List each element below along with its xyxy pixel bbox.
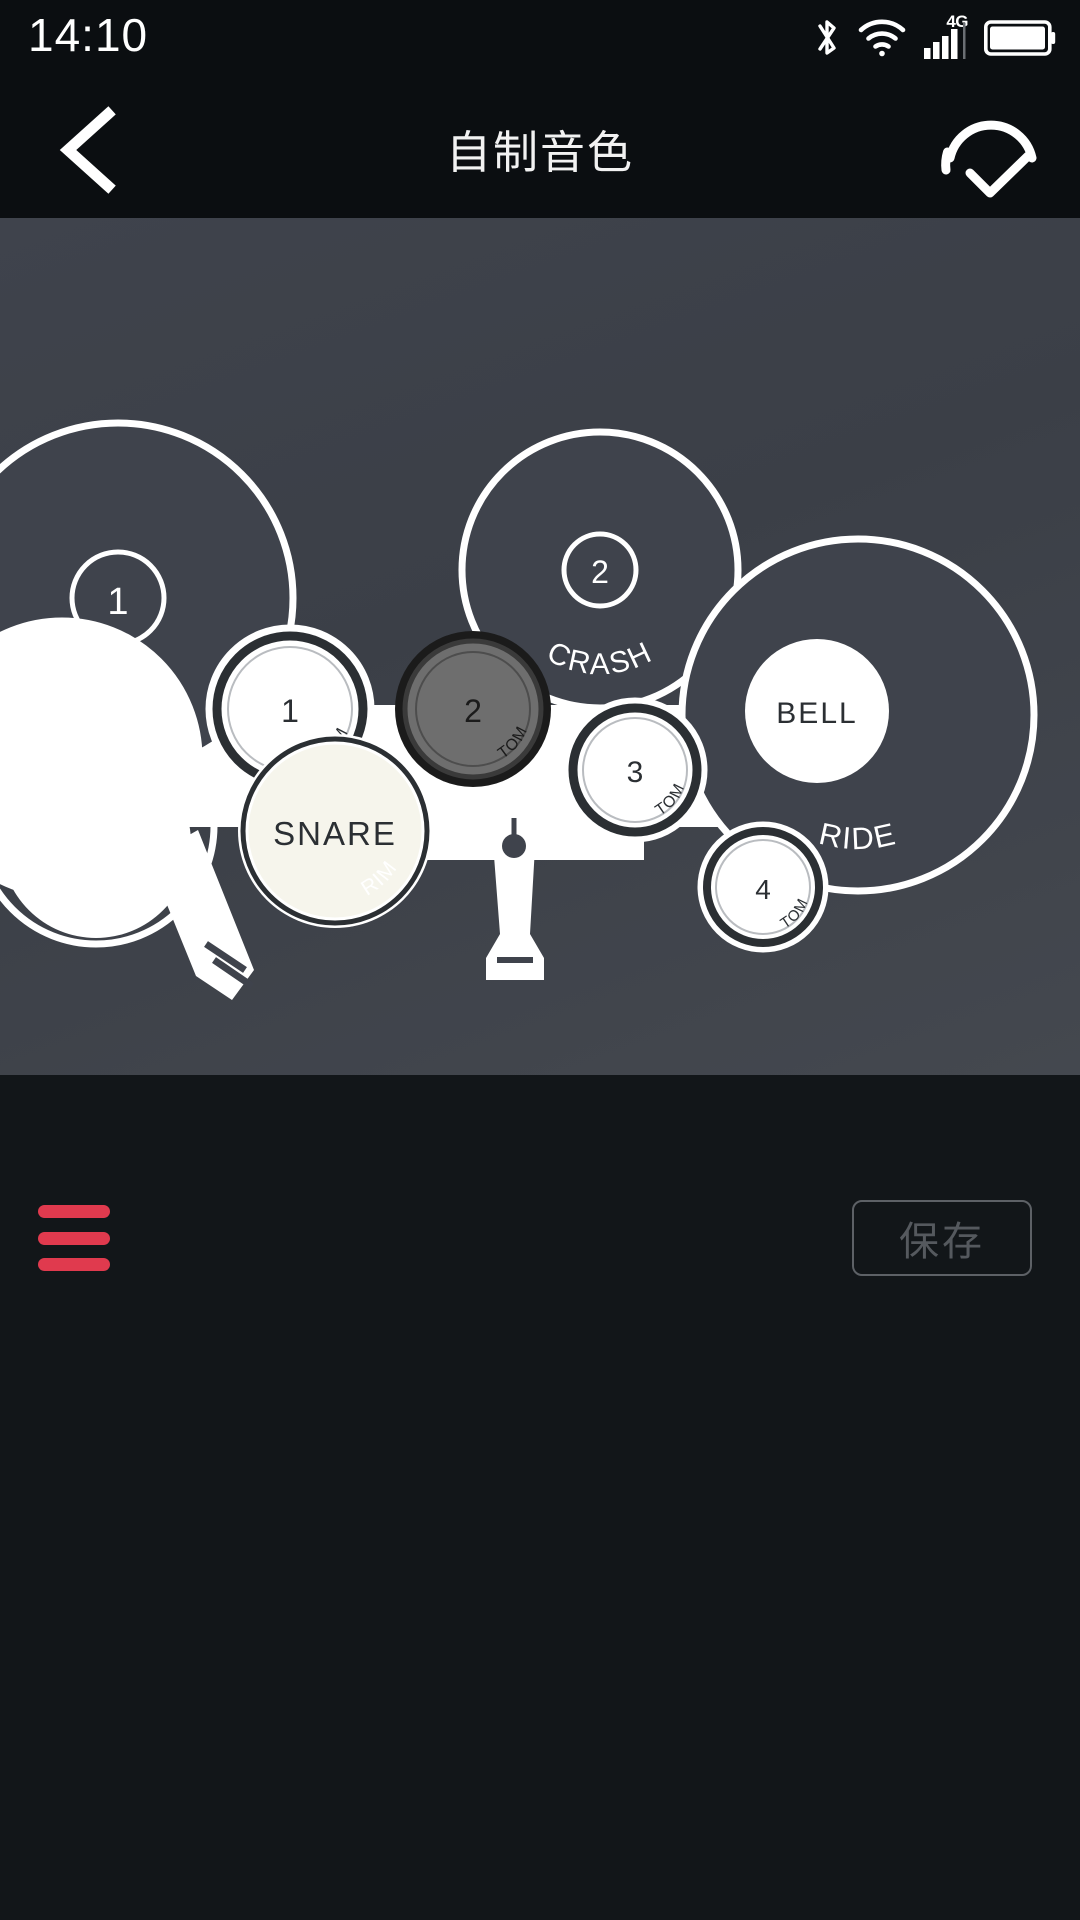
bluetooth-icon	[818, 20, 836, 55]
page-title: 自制音色	[445, 126, 634, 178]
pad-number-tom-2: 2	[464, 693, 482, 729]
status-bar-icons	[812, 10, 1056, 66]
pad-tom-2[interactable]: 2 TOM	[395, 631, 551, 787]
app-header: 自制音色	[0, 78, 1080, 218]
drum-kit-panel[interactable]: 1 CRASH HH OPEN HH CLOSED	[0, 218, 1080, 1075]
pad-label-bell: BELL	[776, 697, 857, 730]
pad-number-tom-4: 4	[755, 874, 771, 905]
pad-number-tom-3: 3	[627, 756, 644, 789]
pad-tom-3[interactable]: 3 TOM	[562, 697, 708, 843]
pad-number-crash-1: 1	[107, 581, 128, 623]
pad-tom-4[interactable]: 4 TOM	[697, 821, 829, 953]
cellular-signal-icon	[924, 23, 966, 59]
wifi-icon	[858, 19, 906, 57]
arc-check-icon	[941, 120, 1037, 198]
status-bar-clock: 14:10	[28, 9, 149, 61]
pad-number-crash-2: 2	[591, 554, 609, 590]
pad-bell[interactable]: BELL	[745, 639, 889, 783]
pad-number-tom-1: 1	[281, 693, 299, 729]
pad-label-ride: RIDE	[816, 816, 900, 856]
pad-label-snare: SNARE	[273, 815, 397, 852]
transport-controls	[0, 1075, 1080, 1920]
battery-icon	[984, 20, 1056, 56]
confirm-sync-button[interactable]	[936, 100, 1046, 200]
drum-kit-illustration[interactable]: 1 CRASH HH OPEN HH CLOSED	[0, 218, 1080, 1075]
app-screen: 14:10 4G 自制音色 1 HH CLOSED 2 CRASH RIDE B…	[0, 0, 1080, 1920]
status-bar: 14:10 4G	[0, 0, 1080, 78]
